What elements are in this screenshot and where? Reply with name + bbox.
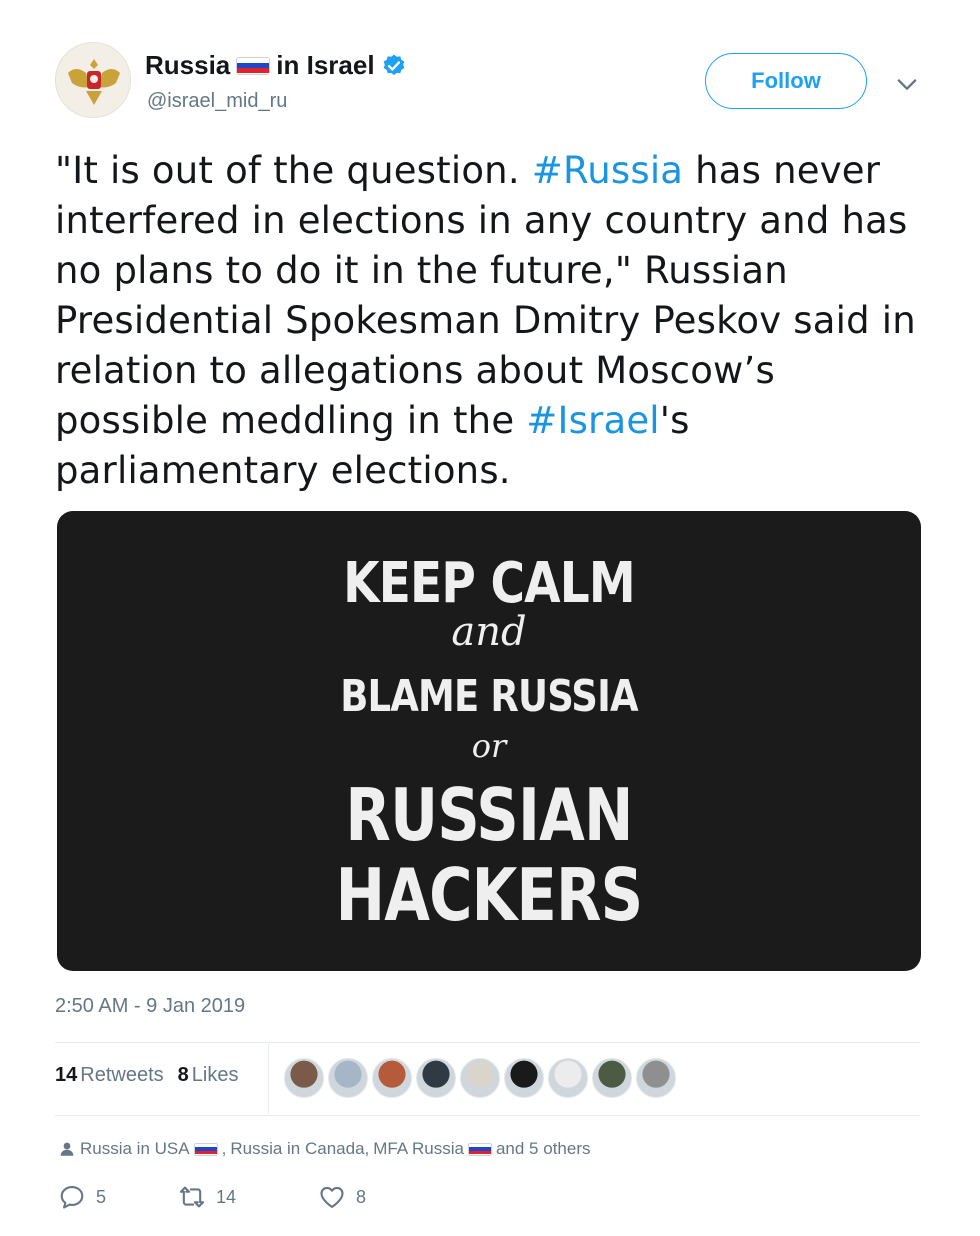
verified-badge-icon bbox=[383, 54, 404, 75]
meme-line-keep-calm: KEEP CALM bbox=[343, 551, 636, 616]
tweet-text-line: Presidential Spokesman Dmitry Peskov sai… bbox=[55, 296, 935, 346]
stats-separator bbox=[268, 1044, 269, 1114]
liker-avatar-9[interactable] bbox=[636, 1058, 676, 1098]
tweet-text-line: parliamentary elections. bbox=[55, 446, 935, 496]
author-display-name[interactable]: Russia bbox=[145, 50, 230, 81]
liked-by-context: Russia in USA , Russia in Canada, MFA Ru… bbox=[58, 1139, 590, 1159]
follow-button[interactable]: Follow bbox=[705, 53, 867, 109]
reply-count: 5 bbox=[96, 1186, 107, 1207]
meme-line-hackers: HACKERS bbox=[335, 853, 644, 937]
liker-avatar-7[interactable] bbox=[548, 1058, 588, 1098]
liker-avatar-5[interactable] bbox=[460, 1058, 500, 1098]
tweet-text-segment: 's bbox=[659, 399, 690, 442]
hashtag-link[interactable]: #Israel bbox=[526, 399, 660, 442]
flag-stripe-red bbox=[237, 68, 270, 74]
like-count: 8 bbox=[356, 1186, 367, 1207]
context-separator: , bbox=[221, 1139, 227, 1158]
divider-bottom bbox=[55, 1115, 920, 1116]
hashtag-link[interactable]: #Russia bbox=[532, 149, 683, 192]
tweet-text-segment: Presidential Spokesman Dmitry Peskov sai… bbox=[55, 299, 916, 342]
meme-line-and: and bbox=[451, 609, 527, 655]
meme-image: KEEP CALM and BLAME RUSSIA or RUSSIAN HA… bbox=[57, 511, 921, 971]
meme-line-or: or bbox=[471, 727, 507, 765]
author-handle[interactable]: @israel_mid_ru bbox=[147, 90, 287, 113]
tweet-text-segment: interfered in elections in any country a… bbox=[55, 199, 908, 242]
liker-avatar-4[interactable] bbox=[416, 1058, 456, 1098]
reply-button[interactable]: 5 bbox=[58, 1183, 178, 1211]
tweet-text-segment: parliamentary elections. bbox=[55, 449, 511, 492]
retweets-stat[interactable]: 14 Retweets bbox=[55, 1064, 164, 1087]
liker-avatar-3[interactable] bbox=[372, 1058, 412, 1098]
likes-stat[interactable]: 8 Likes bbox=[178, 1064, 239, 1087]
tweet-text-line: "It is out of the question. #Russia has … bbox=[55, 146, 935, 196]
liker-avatars bbox=[284, 1058, 676, 1098]
tweet-text-segment: no plans to do it in the future," Russia… bbox=[55, 249, 788, 292]
tweet-text-segment: possible meddling in the bbox=[55, 399, 527, 442]
person-icon bbox=[60, 1142, 74, 1156]
flag-stripe-red bbox=[468, 1150, 491, 1155]
coat-of-arms-icon bbox=[56, 43, 130, 117]
russia-flag-icon bbox=[236, 56, 271, 75]
context-account-russia-in-usa[interactable]: Russia in USA bbox=[80, 1139, 190, 1159]
tweet-text-segment: has never bbox=[683, 149, 881, 192]
meme-line-russian: RUSSIAN bbox=[345, 773, 633, 857]
like-button[interactable]: 8 bbox=[318, 1183, 438, 1211]
tweet-text-segment: relation to allegations about Moscow’s bbox=[55, 349, 775, 392]
liker-avatar-1[interactable] bbox=[284, 1058, 324, 1098]
reply-icon bbox=[60, 1186, 84, 1209]
tweet-timestamp[interactable]: 2:50 AM - 9 Jan 2019 bbox=[55, 995, 245, 1018]
tweet-text-line: possible meddling in the #Israel's bbox=[55, 396, 935, 446]
context-others-link[interactable]: and 5 others bbox=[496, 1139, 591, 1159]
tweet-text-line: relation to allegations about Moscow’s bbox=[55, 346, 935, 396]
liker-avatar-6[interactable] bbox=[504, 1058, 544, 1098]
tweet-stats: 14 Retweets 8 Likes bbox=[55, 1064, 238, 1087]
retweets-label: Retweets bbox=[80, 1064, 164, 1086]
retweet-button[interactable]: 14 bbox=[178, 1183, 318, 1211]
heart-icon bbox=[320, 1186, 344, 1208]
retweet-count: 14 bbox=[216, 1186, 237, 1207]
context-account-russia-in-canada[interactable]: Russia in Canada, bbox=[230, 1139, 369, 1159]
liker-avatar-2[interactable] bbox=[328, 1058, 368, 1098]
tweet-text-segment: "It is out of the question. bbox=[55, 149, 532, 192]
meme-line-blame-russia: BLAME RUSSIA bbox=[340, 671, 638, 722]
author-display-name-suffix[interactable]: in Israel bbox=[276, 50, 374, 81]
russia-flag-icon bbox=[467, 1142, 492, 1156]
retweets-count: 14 bbox=[55, 1064, 78, 1086]
tweet-text: "It is out of the question. #Russia has … bbox=[55, 146, 935, 496]
author-avatar[interactable] bbox=[55, 42, 131, 118]
tweet-text-line: interfered in elections in any country a… bbox=[55, 196, 935, 246]
retweet-icon bbox=[179, 1186, 205, 1208]
context-account-mfa-russia[interactable]: MFA Russia bbox=[373, 1139, 464, 1159]
likes-count: 8 bbox=[177, 1064, 189, 1086]
flag-stripe-red bbox=[194, 1150, 217, 1155]
tweet-header: Russia in Israel @israel_mid_ru Follow bbox=[55, 40, 925, 120]
liker-avatar-8[interactable] bbox=[592, 1058, 632, 1098]
divider-top bbox=[55, 1042, 920, 1043]
tweet-actions: 5 14 8 bbox=[58, 1183, 438, 1211]
russia-flag-icon bbox=[193, 1142, 218, 1156]
chevron-down-icon[interactable] bbox=[893, 70, 921, 98]
author-name-row[interactable]: Russia in Israel bbox=[145, 50, 407, 81]
likes-label: Likes bbox=[191, 1064, 239, 1086]
tweet-media-image[interactable]: KEEP CALM and BLAME RUSSIA or RUSSIAN HA… bbox=[57, 511, 921, 971]
tweet-text-line: no plans to do it in the future," Russia… bbox=[55, 246, 935, 296]
